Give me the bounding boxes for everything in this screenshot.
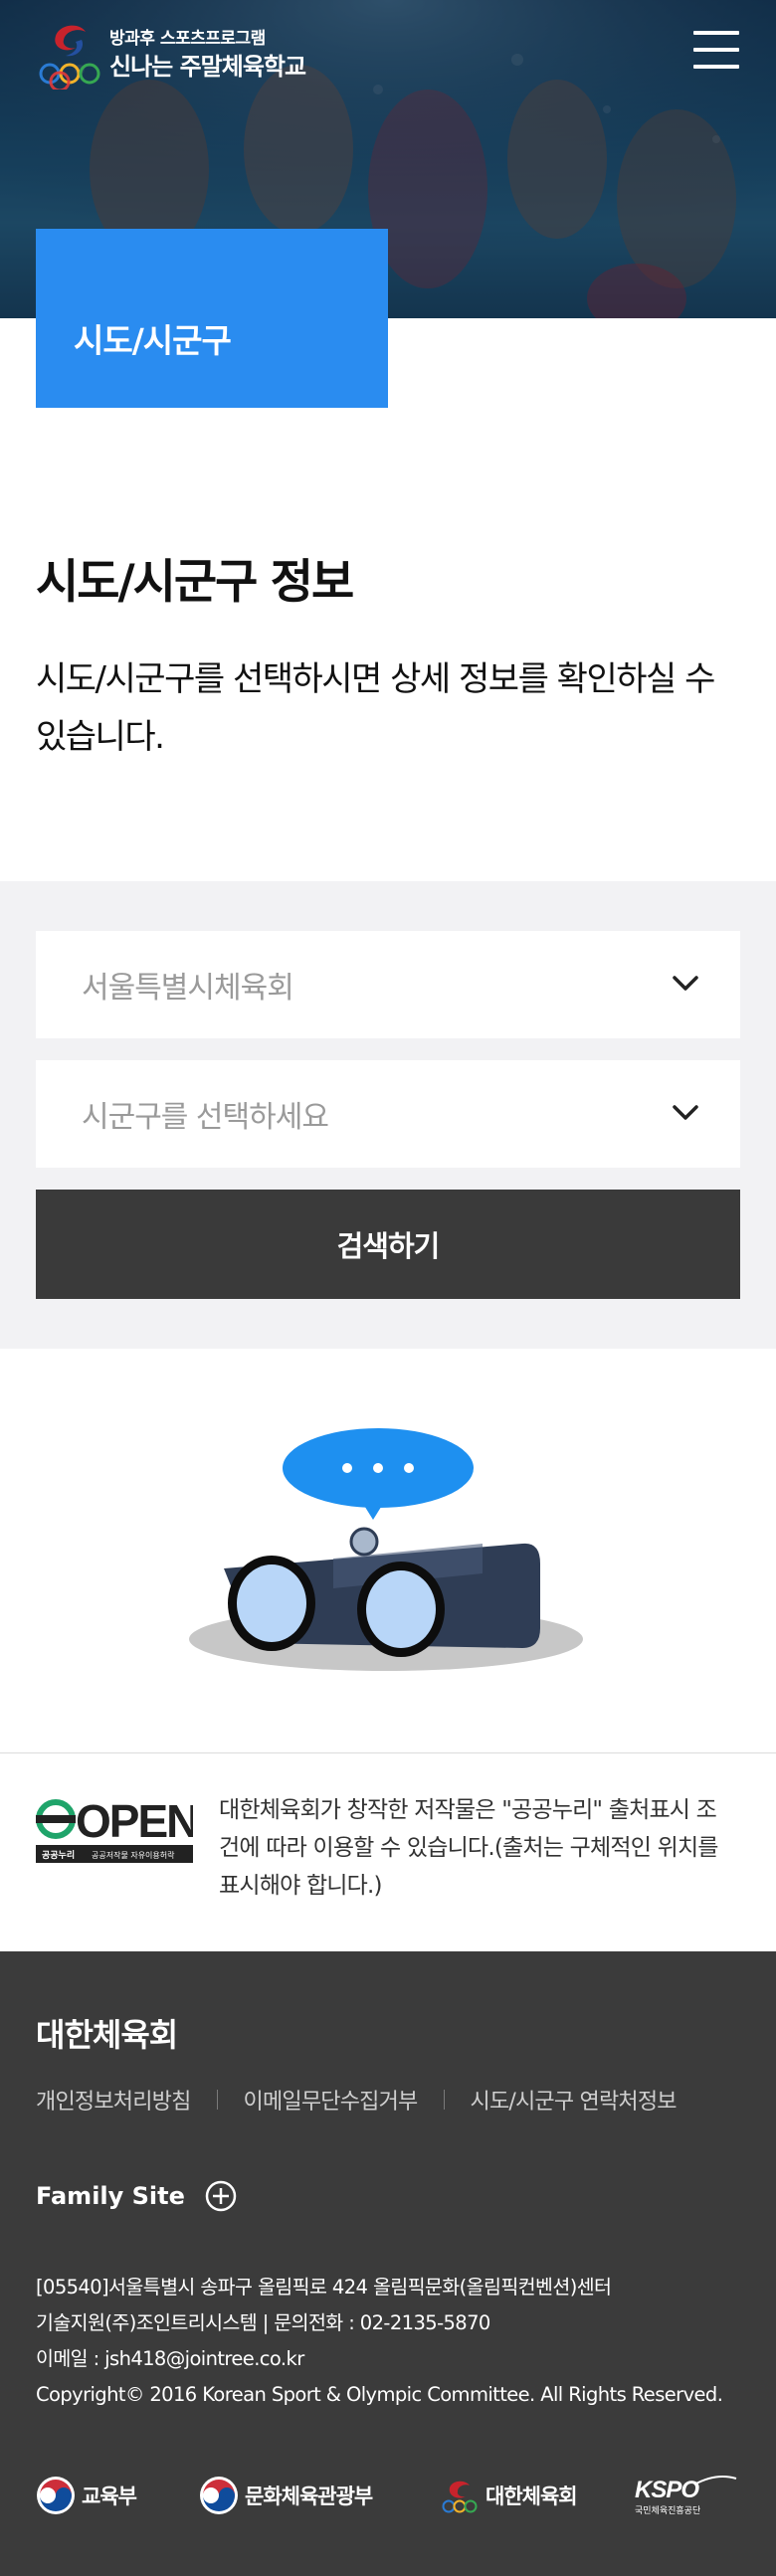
district-select-placeholder: 시군구를 선택하세요 [82, 1100, 329, 1135]
address-line: [05540]서울특별시 송파구 올림픽로 424 올림픽문화(올림픽컨벤션)센… [36, 2276, 612, 2299]
license-notice: 대한체육회가 창작한 저작물은 "공공누리" 출처표시 조건에 따라 이용할 수… [219, 1797, 718, 1899]
footer: 대한체육회 개인정보처리방침 이메일무단수집거부 시도/시군구 연락처정보 Fa… [0, 1951, 776, 2576]
ksoc-logo[interactable]: 대한체육회 [440, 2456, 578, 2535]
email-line: 이메일 : jsh418@jointree.co.kr [36, 2347, 304, 2370]
svg-text:공공저작물 자유이용허락: 공공저작물 자유이용허락 [92, 1850, 175, 1860]
binoculars-illustration [189, 1428, 583, 1671]
section-divider [0, 1752, 776, 1753]
kspo-logo[interactable]: KSPO 국민체육진흥공단 [633, 2456, 740, 2535]
region-select[interactable]: 서울특별시체육회 [36, 931, 740, 1038]
family-site-label: Family Site [36, 2182, 185, 2210]
family-site-toggle[interactable]: Family Site [36, 2180, 237, 2212]
link-separator [216, 2090, 218, 2110]
taegeuk-icon [37, 2477, 75, 2514]
partner-logos: 교육부 문화체육관광부 대한체육회 KSPO 국민체육진흥공단 [36, 2456, 740, 2535]
search-panel: 서울특별시체육회 시군구를 선택하세요 검색하기 [0, 881, 776, 1349]
site-logo[interactable]: 방과후 스포츠프로그램 신나는 주말체육학교 [36, 18, 306, 90]
menu-icon[interactable] [693, 31, 739, 73]
region-select-value: 서울특별시체육회 [82, 971, 294, 1006]
page-title: 시도/시군구 정보 [36, 555, 354, 610]
link-separator [443, 2090, 445, 2110]
open-license-icon[interactable]: OPEN 공공누리 공공저작물 자유이용허락 [36, 1797, 193, 1867]
search-button[interactable]: 검색하기 [36, 1190, 740, 1299]
footer-links: 개인정보처리방침 이메일무단수집거부 시도/시군구 연락처정보 [36, 2084, 678, 2116]
district-select[interactable]: 시군구를 선택하세요 [36, 1060, 740, 1168]
support-line: 기술지원(주)조인트리시스템 | 문의전화 : 02-2135-5870 [36, 2311, 490, 2334]
moe-logo[interactable]: 교육부 [36, 2456, 137, 2535]
chevron-down-icon [673, 1105, 698, 1120]
footer-address: [05540]서울특별시 송파구 올림픽로 424 올림픽문화(올림픽컨벤션)센… [36, 2270, 723, 2413]
logo-subtitle: 방과후 스포츠프로그램 [109, 29, 266, 49]
svg-text:KSPO: KSPO [635, 2477, 699, 2503]
logo-title: 신나는 주말체육학교 [109, 53, 306, 81]
taegeuk-icon [200, 2477, 238, 2514]
chevron-down-icon [673, 976, 698, 991]
ksoc-logo-text: 대한체육회 [485, 2484, 578, 2508]
svg-text:국민체육진흥공단: 국민체육진흥공단 [635, 2504, 700, 2516]
privacy-policy-link[interactable]: 개인정보처리방침 [36, 2084, 191, 2116]
plus-circle-icon [205, 2180, 237, 2212]
regional-contacts-link[interactable]: 시도/시군구 연락처정보 [471, 2084, 678, 2116]
footer-org-name: 대한체육회 [36, 2016, 178, 2054]
ksoc-mark-icon [442, 2481, 478, 2513]
page-description: 시도/시군구를 선택하시면 상세 정보를 확인하실 수 있습니다. [36, 659, 715, 757]
kspo-logo-mark: KSPO 국민체육진흥공단 [635, 2476, 737, 2516]
breadcrumb-title: 시도/시군구 [74, 321, 232, 360]
mcst-logo[interactable]: 문화체육관광부 [199, 2456, 373, 2535]
email-refusal-link[interactable]: 이메일무단수집거부 [244, 2084, 419, 2116]
copyright-line: Copyright© 2016 Korean Sport & Olympic C… [36, 2383, 723, 2406]
moe-logo-text: 교육부 [82, 2484, 137, 2508]
svg-text:OPEN: OPEN [76, 1797, 193, 1847]
svg-text:공공누리: 공공누리 [42, 1849, 75, 1861]
mcst-logo-text: 문화체육관광부 [245, 2484, 373, 2508]
logo-mark-icon [39, 25, 100, 90]
